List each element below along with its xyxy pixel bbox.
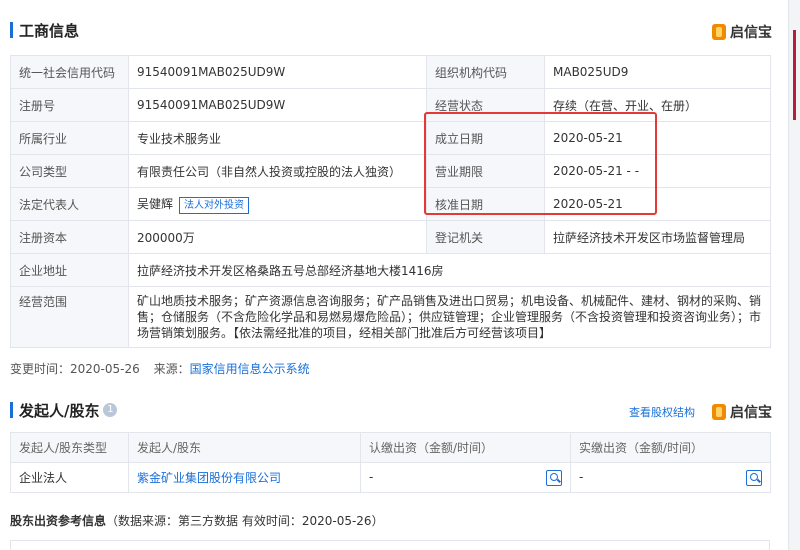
reg-no-label: 注册号 (10, 88, 129, 122)
industry-value: 专业技术服务业 (128, 121, 427, 155)
search-icon[interactable] (546, 469, 562, 486)
business-term-label: 营业期限 (426, 154, 545, 188)
founded-date-value: 2020-05-21 (544, 121, 771, 155)
table-row: 注册号 91540091MAB025UD9W 经营状态 存续（在营、开业、在册） (10, 88, 771, 122)
legal-rep-name[interactable]: 吴健辉 (137, 197, 173, 211)
company-type-label: 公司类型 (10, 154, 129, 188)
org-code-value: MAB025UD9 (544, 55, 771, 89)
legal-rep-label: 法定代表人 (10, 187, 129, 221)
table-row: 法定代表人 吴健辉 法人对外投资 核准日期 2020-05-21 (10, 187, 771, 221)
reg-capital-value: 200000万 (128, 220, 427, 254)
approval-date-label: 核准日期 (426, 187, 545, 221)
table-header-row: 发起人/股东类型 发起人/股东 认缴出资（金额/时间） 实缴出资（金额/时间） (10, 432, 771, 463)
change-label: 变更时间： (10, 362, 71, 376)
business-info-title: 工商信息 (19, 21, 80, 40)
business-info-header: 工商信息 (10, 20, 79, 40)
invest-tag-label: 法人对外投资 (184, 199, 245, 211)
source-link[interactable]: 国家信用信息公示系统 (190, 362, 310, 376)
table-row: 企业地址 拉萨经济技术开发区格桑路五号总部经济基地大楼1416房 (10, 253, 771, 287)
change-info: 变更时间：2020-05-26 来源：国家信用信息公示系统 (10, 360, 310, 377)
ref-info-note: （数据来源：第三方数据 有效时间：2020-05-26） (106, 514, 384, 528)
company-type-value: 有限责任公司（非自然人投资或控股的法人独资） (128, 154, 427, 188)
equity-structure-link[interactable]: 查看股权结构 (629, 404, 695, 420)
table-row: 所属行业 专业技术服务业 成立日期 2020-05-21 (10, 121, 771, 155)
change-date: 2020-05-26 (70, 362, 140, 376)
col-header-type: 发起人/股东类型 (10, 432, 129, 463)
credit-code-label: 统一社会信用代码 (10, 55, 129, 89)
org-code-label: 组织机构代码 (426, 55, 545, 89)
shareholder-count-badge: 1 (103, 403, 118, 417)
col-header-paid: 实缴出资（金额/时间） (570, 432, 771, 463)
col-header-name: 发起人/股东 (128, 432, 361, 463)
qixinbao-logo-icon (712, 404, 726, 420)
paid-value: - (579, 469, 584, 484)
shareholders-table: 发起人/股东类型 发起人/股东 认缴出资（金额/时间） 实缴出资（金额/时间） … (10, 432, 771, 493)
paid-cell: - (570, 462, 771, 493)
table-row: 统一社会信用代码 91540091MAB025UD9W 组织机构代码 MAB02… (10, 55, 771, 89)
scope-value: 矿山地质技术服务；矿产资源信息咨询服务；矿产品销售及进出口贸易；机电设备、机械配… (128, 286, 771, 348)
section-bar (10, 402, 13, 418)
subscribed-cell: - (360, 462, 571, 493)
brand-name: 启信宝 (730, 25, 772, 41)
status-value: 存续（在营、开业、在册） (544, 88, 771, 122)
source-label: 来源： (153, 362, 190, 376)
shareholders-title: 发起人/股东 (19, 401, 100, 420)
qixinbao-logo-icon (712, 24, 726, 40)
search-icon[interactable] (746, 469, 762, 486)
address-value: 拉萨经济技术开发区格桑路五号总部经济基地大楼1416房 (128, 253, 771, 287)
business-info-table: 统一社会信用代码 91540091MAB025UD9W 组织机构代码 MAB02… (10, 55, 771, 348)
table-row: 注册资本 200000万 登记机关 拉萨经济技术开发区市场监督管理局 (10, 220, 771, 254)
industry-label: 所属行业 (10, 121, 129, 155)
legal-invest-button[interactable]: 法人对外投资 (179, 196, 250, 214)
shareholder-name-link[interactable]: 紫金矿业集团股份有限公司 (137, 471, 281, 485)
col-header-subscribed: 认缴出资（金额/时间） (360, 432, 571, 463)
reg-no-value: 91540091MAB025UD9W (128, 88, 427, 122)
table-row: 经营范围 矿山地质技术服务；矿产资源信息咨询服务；矿产品销售及进出口贸易；机电设… (10, 286, 771, 348)
business-term-value: 2020-05-21 - - (544, 154, 771, 188)
brand-name: 启信宝 (730, 405, 772, 421)
shareholders-header: 发起人/股东 1 (10, 400, 118, 420)
section-bar (10, 22, 13, 38)
status-label: 经营状态 (426, 88, 545, 122)
table-row: 公司类型 有限责任公司（非自然人投资或控股的法人独资） 营业期限 2020-05… (10, 154, 771, 188)
table-row: 企业法人 紫金矿业集团股份有限公司 - - (10, 462, 771, 493)
shareholder-type: 企业法人 (10, 462, 129, 493)
accent-strip (793, 30, 796, 120)
founded-date-label: 成立日期 (426, 121, 545, 155)
ref-info-title: 股东出资参考信息 (10, 514, 107, 528)
legal-rep-cell: 吴健辉 法人对外投资 (128, 187, 427, 221)
ref-info-line: 股东出资参考信息（数据来源：第三方数据 有效时间：2020-05-26） (10, 512, 384, 529)
authority-value: 拉萨经济技术开发区市场监督管理局 (544, 220, 771, 254)
brand-logo[interactable]: 启信宝 (712, 402, 772, 422)
credit-code-value: 91540091MAB025UD9W (128, 55, 427, 89)
right-panel-edge (788, 0, 800, 550)
brand-logo[interactable]: 启信宝 (712, 22, 772, 42)
approval-date-value: 2020-05-21 (544, 187, 771, 221)
subscribed-value: - (369, 469, 374, 484)
scope-label: 经营范围 (10, 286, 129, 348)
reg-capital-label: 注册资本 (10, 220, 129, 254)
authority-label: 登记机关 (426, 220, 545, 254)
ref-table-top-border (10, 540, 770, 550)
address-label: 企业地址 (10, 253, 129, 287)
